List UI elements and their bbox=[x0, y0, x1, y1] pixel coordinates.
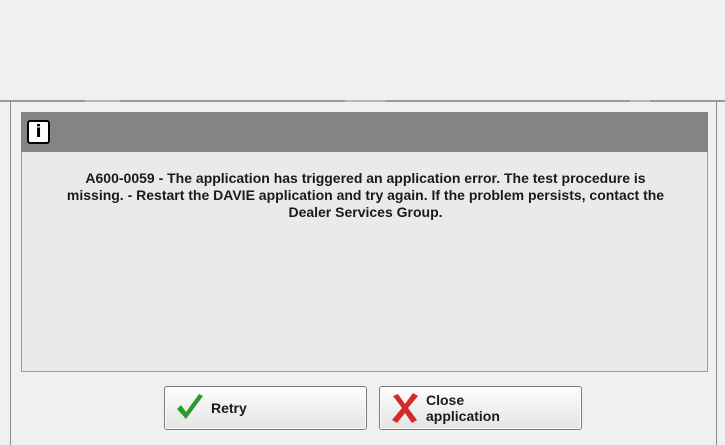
x-mark-icon bbox=[392, 393, 418, 423]
error-message: A600-0059 - The application has triggere… bbox=[66, 170, 665, 220]
message-panel: A600-0059 - The application has triggere… bbox=[21, 152, 708, 372]
background-area bbox=[0, 0, 725, 102]
info-icon: i bbox=[27, 120, 50, 144]
checkmark-icon bbox=[177, 394, 203, 419]
retry-button-label: Retry bbox=[211, 400, 247, 416]
close-application-button-label: Close application bbox=[426, 392, 500, 424]
close-application-button[interactable]: Close application bbox=[379, 386, 582, 430]
dialog-header: i bbox=[21, 112, 708, 152]
retry-button[interactable]: Retry bbox=[164, 386, 367, 430]
error-dialog: i A600-0059 - The application has trigge… bbox=[10, 102, 717, 445]
